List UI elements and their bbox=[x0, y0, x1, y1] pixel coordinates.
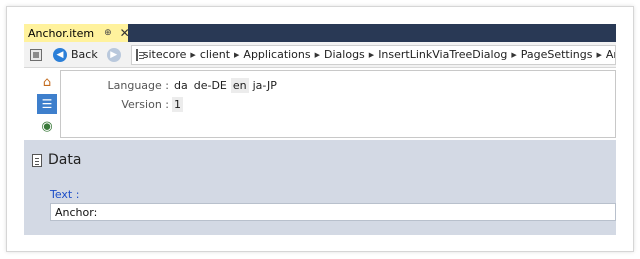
item-properties-panel: Language : da de-DE en ja-JP Version : 1 bbox=[60, 70, 616, 138]
breadcrumb-item-applications[interactable]: Applications bbox=[243, 48, 310, 61]
forward-icon[interactable]: ▶ bbox=[106, 47, 121, 62]
data-section-title: Data bbox=[48, 152, 82, 168]
breadcrumb-separator-icon: ▶ bbox=[596, 50, 602, 59]
version-row: Version : 1 bbox=[61, 96, 183, 112]
language-option-da[interactable]: da bbox=[172, 78, 190, 93]
back-button[interactable]: ◀ Back bbox=[42, 45, 101, 65]
breadcrumb-item-insertlinkviatreedialog[interactable]: InsertLinkViaTreeDialog bbox=[378, 48, 507, 61]
tree-view-button[interactable]: ☰ bbox=[37, 94, 57, 114]
breadcrumb-item-pagesettings[interactable]: PageSettings bbox=[521, 48, 593, 61]
data-section: Data Text : bbox=[24, 140, 616, 235]
pin-icon[interactable]: ⊕ bbox=[104, 28, 112, 38]
breadcrumb-separator-icon: ▶ bbox=[368, 50, 375, 59]
tab-title: Anchor.item bbox=[28, 26, 95, 40]
document-tab[interactable]: Anchor.item ⊕ ✕ bbox=[24, 24, 130, 42]
back-icon: ◀ bbox=[53, 47, 67, 62]
close-icon[interactable]: ✕ bbox=[120, 27, 130, 39]
globe-view-button[interactable]: ◉ bbox=[37, 116, 57, 136]
language-option-en[interactable]: en bbox=[230, 77, 249, 93]
breadcrumb-item-dialogs[interactable]: Dialogs bbox=[324, 48, 365, 61]
breadcrumb-item-sitecore[interactable]: sitecore bbox=[143, 48, 187, 61]
language-option-ja-jp[interactable]: ja-JP bbox=[251, 78, 279, 93]
language-row: Language : da de-DE en ja-JP bbox=[61, 77, 281, 93]
breadcrumb-separator-icon: ▶ bbox=[314, 50, 321, 59]
globe-icon: ◉ bbox=[41, 118, 53, 134]
text-field-label: Text : bbox=[50, 188, 80, 201]
view-switcher-rail: ⌂ ☰ ◉ bbox=[35, 70, 59, 140]
home-icon: ⌂ bbox=[42, 74, 52, 90]
version-value[interactable]: 1 bbox=[172, 96, 183, 112]
document-tabstrip: Anchor.item ⊕ ✕ bbox=[24, 24, 616, 42]
language-option-de-de[interactable]: de-DE bbox=[192, 78, 229, 93]
breadcrumb-separator-icon: ▶ bbox=[234, 50, 240, 59]
text-field-input[interactable] bbox=[50, 203, 616, 221]
breadcrumb-item-anchor[interactable]: Anchor bbox=[606, 48, 615, 61]
breadcrumb-separator-icon: ▶ bbox=[190, 50, 196, 59]
data-section-header[interactable]: Data bbox=[32, 152, 81, 168]
navigation-toolbar: ◀ Back ▶ sitecore ▶ client ▶ Application… bbox=[24, 42, 616, 68]
language-label: Language : bbox=[107, 78, 170, 92]
item-icon[interactable] bbox=[30, 48, 42, 61]
data-section-icon bbox=[32, 153, 42, 167]
home-view-button[interactable]: ⌂ bbox=[37, 72, 57, 92]
tree-icon: ☰ bbox=[41, 97, 53, 111]
version-label: Version : bbox=[121, 97, 169, 111]
breadcrumb-item-client[interactable]: client bbox=[200, 48, 230, 61]
path-item-icon bbox=[135, 48, 144, 61]
breadcrumb: sitecore ▶ client ▶ Applications ▶ Dialo… bbox=[130, 44, 616, 65]
back-label: Back bbox=[71, 48, 98, 61]
breadcrumb-separator-icon: ▶ bbox=[511, 50, 517, 59]
